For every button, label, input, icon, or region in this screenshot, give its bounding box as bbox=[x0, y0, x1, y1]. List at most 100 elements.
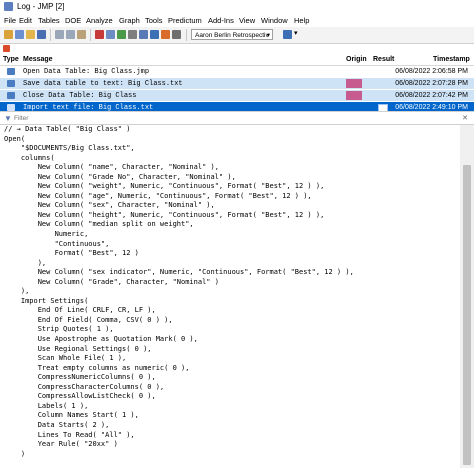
log-message: Open Data Table: Big Class.jmp bbox=[23, 67, 150, 76]
info-icon bbox=[7, 80, 15, 87]
code-line: Treat empty columns as numeric( 0 ), bbox=[4, 363, 190, 372]
new-script-icon[interactable] bbox=[15, 30, 24, 39]
code-line: Format( "Best", 12 ) bbox=[4, 249, 139, 258]
paste-icon[interactable] bbox=[77, 30, 86, 39]
code-line: New Column( "height", Numeric, "Continuo… bbox=[4, 210, 325, 219]
jmp-app-icon bbox=[4, 2, 13, 11]
code-line: ), bbox=[4, 258, 47, 267]
log-message: Save data table to text: Big Class.txt bbox=[23, 79, 183, 88]
script-text: // → Data Table( "Big Class" ) Open( "$DO… bbox=[0, 125, 460, 459]
code-line: New Column( "sex indicator", Numeric, "C… bbox=[4, 268, 354, 277]
script-selector-value: Aaron Berlin Retrospectiv bbox=[195, 32, 269, 39]
open-icon[interactable] bbox=[26, 30, 35, 39]
log-row[interactable]: Close Data Table: Big Class 06/08/2022 2:… bbox=[0, 90, 474, 102]
code-line: "$DOCUMENTS/Big Class.txt", bbox=[4, 144, 135, 153]
code-line: columns( bbox=[4, 153, 55, 162]
menu-graph[interactable]: Graph bbox=[119, 16, 140, 25]
save-icon[interactable] bbox=[37, 30, 46, 39]
code-line: New Column( "Grade", Character, "Nominal… bbox=[4, 277, 219, 286]
menu-help[interactable]: Help bbox=[294, 16, 309, 25]
log-timestamp: 06/08/2022 2:49:10 PM bbox=[395, 103, 468, 111]
code-line: CompressAllowListCheck( 0 ), bbox=[4, 392, 156, 401]
toolbar-separator bbox=[50, 29, 51, 41]
origin-thumbnail-icon[interactable] bbox=[346, 91, 362, 100]
col-message[interactable]: Message bbox=[23, 56, 53, 63]
info-icon bbox=[7, 68, 15, 75]
script-editor[interactable]: // → Data Table( "Big Class" ) Open( "$DO… bbox=[0, 125, 460, 468]
menu-view[interactable]: View bbox=[239, 16, 255, 25]
menu-tables[interactable]: Tables bbox=[38, 16, 60, 25]
code-line: Use Regional Settings( 0 ), bbox=[4, 344, 152, 353]
script-selector[interactable]: Aaron Berlin Retrospectiv ▾ bbox=[191, 29, 273, 40]
run-script-icon[interactable] bbox=[283, 30, 292, 39]
menu-tools[interactable]: Tools bbox=[145, 16, 163, 25]
col-timestamp[interactable]: Timestamp bbox=[433, 56, 470, 63]
code-line: Labels( 1 ), bbox=[4, 401, 89, 410]
dropdown-arrow-icon[interactable]: ▾ bbox=[294, 29, 298, 37]
chart-icon[interactable] bbox=[117, 30, 126, 39]
toolbar-separator bbox=[186, 29, 187, 41]
code-line: Column Names Start( 1 ), bbox=[4, 411, 139, 420]
run-icon[interactable] bbox=[161, 30, 170, 39]
log-timestamp: 06/08/2022 2:06:58 PM bbox=[395, 67, 468, 75]
col-origin[interactable]: Origin bbox=[346, 56, 367, 63]
info-icon bbox=[7, 104, 15, 111]
code-line: Scan Whole File( 1 ), bbox=[4, 354, 127, 363]
code-line: Use Apostrophe as Quotation Mark( 0 ), bbox=[4, 335, 198, 344]
window-list-icon[interactable] bbox=[128, 30, 137, 39]
table-list-icon[interactable] bbox=[106, 30, 115, 39]
code-line: Strip Quotes( 1 ), bbox=[4, 325, 114, 334]
menu-file[interactable]: File bbox=[4, 16, 16, 25]
menu-add-ins[interactable]: Add-Ins bbox=[208, 16, 234, 25]
menu-predictum[interactable]: Predictum bbox=[168, 16, 202, 25]
code-line: New Column( "name", Character, "Nominal"… bbox=[4, 163, 219, 172]
new-table-icon[interactable] bbox=[4, 30, 13, 39]
code-line: New Column( "age", Numeric, "Continuous"… bbox=[4, 191, 312, 200]
col-result[interactable]: Result bbox=[373, 56, 394, 63]
origin-thumbnail-icon[interactable] bbox=[346, 79, 362, 88]
code-line: CompressCharacterColumns( 0 ), bbox=[4, 382, 165, 391]
filter-bar: ▼ ✕ bbox=[0, 111, 474, 125]
code-line: New Column( "weight", Numeric, "Continuo… bbox=[4, 182, 325, 191]
filter-icon: ▼ bbox=[4, 114, 12, 123]
menu-edit[interactable]: Edit bbox=[19, 16, 32, 25]
log-table-header: Type Message Origin Result Timestamp bbox=[0, 54, 474, 66]
copy-icon[interactable] bbox=[66, 30, 75, 39]
tools-icon[interactable] bbox=[172, 30, 181, 39]
vertical-scrollbar[interactable] bbox=[460, 125, 474, 468]
cut-icon[interactable] bbox=[55, 30, 64, 39]
code-line: New Column( "Grade No", Character, "Nomi… bbox=[4, 172, 236, 181]
col-type[interactable]: Type bbox=[3, 56, 19, 63]
code-line: ) bbox=[4, 449, 26, 458]
code-line: "Continuous", bbox=[4, 239, 110, 248]
log-timestamp: 06/08/2022 2:07:42 PM bbox=[395, 91, 468, 99]
menu-analyze[interactable]: Analyze bbox=[86, 16, 113, 25]
code-line: New Column( "median split on weight", bbox=[4, 220, 194, 229]
clear-filter-icon[interactable]: ✕ bbox=[462, 114, 468, 122]
log-row[interactable]: Save data table to text: Big Class.txt 06… bbox=[0, 78, 474, 90]
code-line: Data Starts( 2 ), bbox=[4, 420, 110, 429]
home-icon[interactable] bbox=[150, 30, 159, 39]
code-line: Import Settings( bbox=[4, 296, 89, 305]
journal-icon[interactable] bbox=[139, 30, 148, 39]
code-line: End Of Line( CRLF, CR, LF ), bbox=[4, 306, 156, 315]
log-timestamp: 06/08/2022 2:07:28 PM bbox=[395, 79, 468, 87]
data-table-icon[interactable] bbox=[95, 30, 104, 39]
code-line: ), bbox=[4, 287, 30, 296]
info-icon bbox=[7, 92, 15, 99]
clear-log-icon[interactable] bbox=[3, 45, 10, 52]
menu-doe[interactable]: DOE bbox=[65, 16, 81, 25]
toolbar: Aaron Berlin Retrospectiv ▾ ▾ bbox=[0, 27, 474, 44]
menu-window[interactable]: Window bbox=[261, 16, 288, 25]
status-bar bbox=[0, 468, 474, 476]
scrollbar-thumb[interactable] bbox=[463, 165, 471, 465]
code-line: CompressNumericColumns( 0 ), bbox=[4, 373, 156, 382]
code-line: New Column( "sex", Character, "Nominal" … bbox=[4, 201, 215, 210]
filter-input[interactable] bbox=[14, 113, 454, 123]
code-line: Lines To Read( "All" ), bbox=[4, 430, 135, 439]
menu-bar: File Edit Tables DOE Analyze Graph Tools… bbox=[0, 14, 474, 27]
code-line: Open( bbox=[4, 134, 26, 143]
toolbar-separator bbox=[90, 29, 91, 41]
chevron-down-icon: ▾ bbox=[266, 32, 270, 39]
log-row[interactable]: Open Data Table: Big Class.jmp 06/08/2022… bbox=[0, 66, 474, 78]
